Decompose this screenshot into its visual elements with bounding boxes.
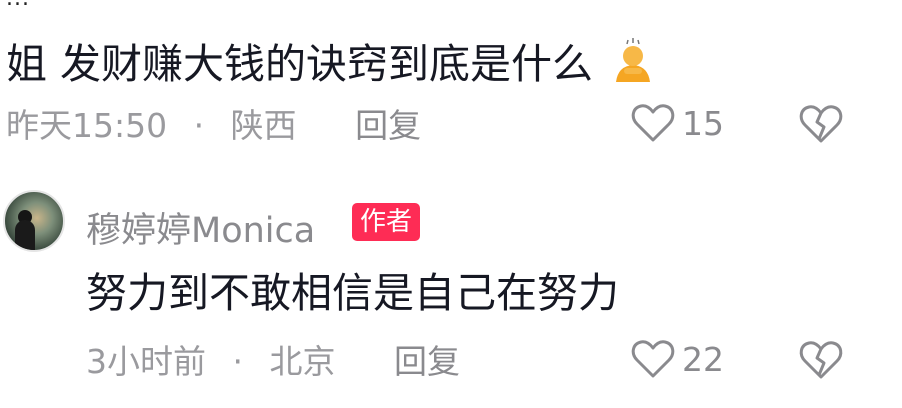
heart-icon xyxy=(631,340,675,378)
comment-1-like-button[interactable]: 15 xyxy=(630,102,724,144)
comment-2-text: 努力到不敢相信是自己在努力 xyxy=(86,269,619,317)
meta-separator: · xyxy=(232,342,244,381)
comment-2-meta: 3小时前 · 北京 回复 xyxy=(86,345,460,378)
heart-icon xyxy=(631,104,675,142)
comment-1-text-row: 姐 发财赚大钱的诀窍到底是什么 xyxy=(6,38,656,85)
broken-heart-icon[interactable] xyxy=(798,339,844,381)
meta-separator: · xyxy=(193,106,205,145)
broken-heart-icon[interactable] xyxy=(798,103,844,145)
comment-1-reply-button[interactable]: 回复 xyxy=(355,109,421,142)
comment-2-location: 北京 xyxy=(269,342,336,381)
person-bowing-emoji-icon xyxy=(616,38,651,82)
comment-2-like-button[interactable]: 22 xyxy=(630,338,724,380)
partial-text-clipped: ... xyxy=(6,0,30,11)
comment-2-time: 3小时前 xyxy=(86,342,206,381)
comment-1-time: 昨天15:50 xyxy=(6,106,168,145)
comment-2-like-count: 22 xyxy=(682,339,724,379)
avatar[interactable] xyxy=(3,190,65,252)
comment-1-location: 陕西 xyxy=(230,106,297,145)
comment-1-like-count: 15 xyxy=(682,103,724,143)
comment-2-reply-button[interactable]: 回复 xyxy=(394,345,460,378)
author-badge: 作者 xyxy=(352,203,421,241)
comment-1-text: 姐 发财赚大钱的诀窍到底是什么 xyxy=(6,40,594,88)
comment-2-username[interactable]: 穆婷婷Monica xyxy=(86,202,315,253)
comment-1-meta: 昨天15:50 · 陕西 回复 xyxy=(6,109,421,142)
comment-thread: ... 姐 发财赚大钱的诀窍到底是什么 昨天15:50 · 陕西 回复 15 穆… xyxy=(0,0,902,408)
